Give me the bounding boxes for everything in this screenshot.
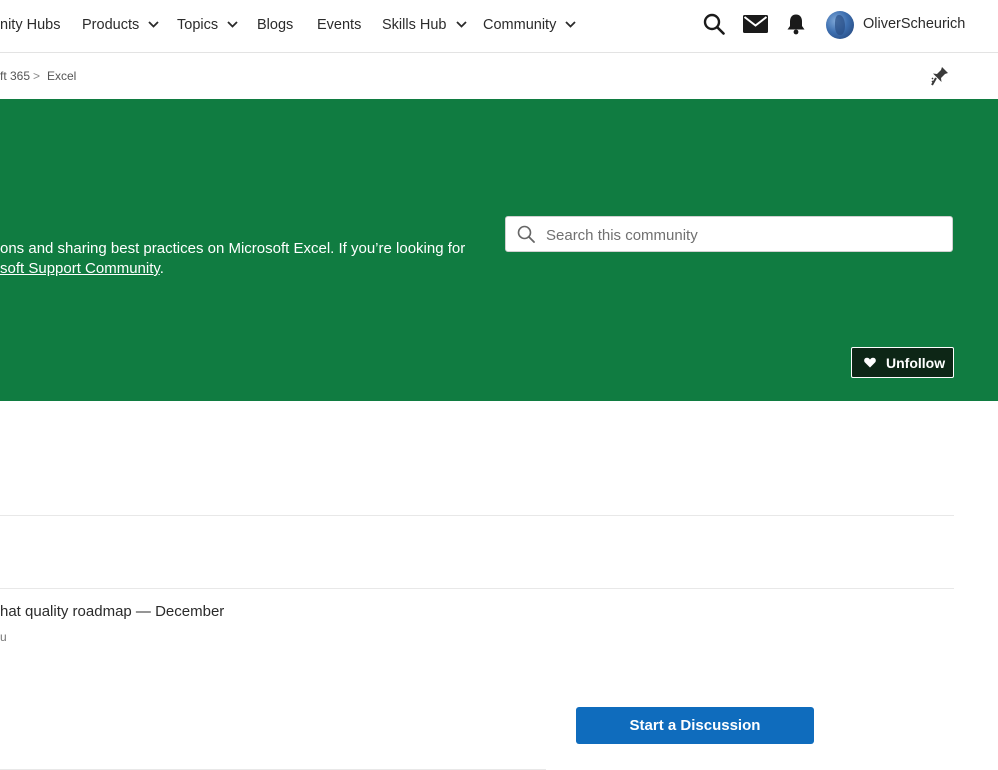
bell-icon[interactable] xyxy=(786,13,806,35)
post-author[interactable]: u xyxy=(0,630,7,644)
breadcrumb-item-microsoft-365[interactable]: ft 365 xyxy=(0,69,30,83)
search-box[interactable] xyxy=(505,216,953,252)
avatar[interactable] xyxy=(826,11,854,39)
nav-item-label: Topics xyxy=(177,17,219,33)
mail-icon[interactable] xyxy=(743,15,768,33)
unfollow-label: Unfollow xyxy=(886,355,946,371)
nav-item-products[interactable]: Products xyxy=(82,16,159,34)
username[interactable]: OliverScheurich xyxy=(863,16,965,32)
breadcrumb-separator: > xyxy=(33,69,41,83)
chevron-down-icon xyxy=(565,21,576,28)
description-text: ons and sharing best practices on Micros… xyxy=(0,240,466,257)
community-description: ons and sharing best practices on Micros… xyxy=(0,239,480,279)
unfollow-button[interactable]: Unfollow xyxy=(851,347,954,378)
search-icon xyxy=(517,225,535,243)
community-banner: ons and sharing best practices on Micros… xyxy=(0,99,998,401)
breadcrumb: ft 365 > Excel xyxy=(0,53,998,99)
nav-item-community-hubs[interactable]: nity Hubs xyxy=(0,16,60,34)
nav-item-community[interactable]: Community xyxy=(483,16,576,34)
divider xyxy=(0,588,954,589)
nav-item-events[interactable]: Events xyxy=(317,16,361,34)
support-community-link[interactable]: soft Support Community xyxy=(0,260,160,277)
search-icon[interactable] xyxy=(703,13,725,35)
pin-icon[interactable] xyxy=(931,66,949,86)
chevron-down-icon xyxy=(227,21,238,28)
nav-item-label: Events xyxy=(317,17,362,33)
search-input[interactable] xyxy=(544,223,944,247)
breadcrumb-item-excel[interactable]: Excel xyxy=(47,69,76,83)
chevron-down-icon xyxy=(148,21,159,28)
nav-item-skills-hub[interactable]: Skills Hub xyxy=(382,16,467,34)
divider xyxy=(0,515,954,516)
top-navigation-bar: nity Hubs Products Topics Blogs Events S… xyxy=(0,0,998,53)
chevron-down-icon xyxy=(455,21,467,28)
nav-item-label: Skills Hub xyxy=(382,17,447,33)
nav-item-label: nity Hubs xyxy=(0,17,61,33)
start-discussion-button[interactable]: Start a Discussion xyxy=(576,707,814,744)
description-period: . xyxy=(159,260,164,277)
heart-icon xyxy=(864,357,876,368)
nav-item-topics[interactable]: Topics xyxy=(177,16,238,34)
nav-item-label: Products xyxy=(82,17,140,33)
nav-item-blogs[interactable]: Blogs xyxy=(257,16,293,34)
post-title-link[interactable]: hat quality roadmap — December xyxy=(0,603,224,620)
nav-item-label: Blogs xyxy=(257,17,294,33)
nav-item-label: Community xyxy=(483,17,557,33)
